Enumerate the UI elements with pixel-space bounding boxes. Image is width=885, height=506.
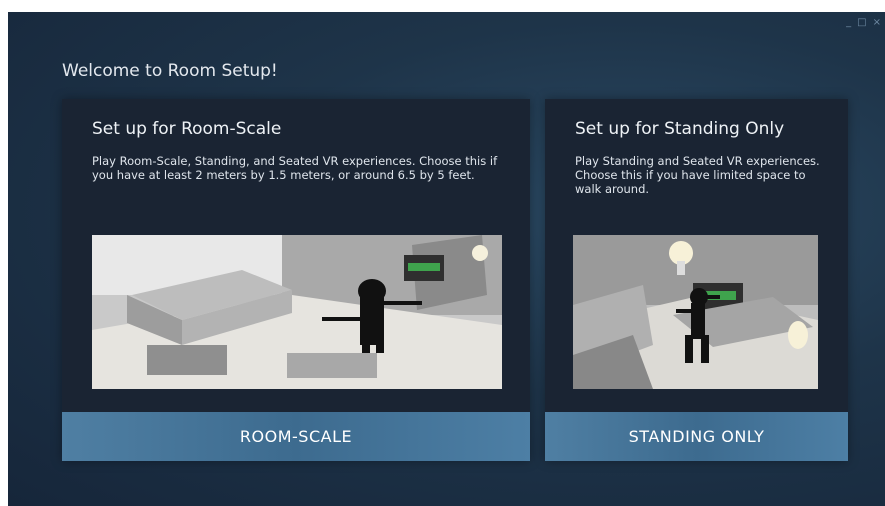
standing-only-scene-drawing xyxy=(573,235,818,389)
room-scale-description: Play Room-Scale, Standing, and Seated VR… xyxy=(92,154,498,182)
room-scale-illustration xyxy=(92,235,502,389)
standing-only-card[interactable]: Set up for Standing Only Play Standing a… xyxy=(545,99,848,461)
standing-only-heading: Set up for Standing Only xyxy=(575,119,785,139)
room-scale-scene-drawing xyxy=(92,235,502,389)
room-setup-window: _ □ × Welcome to Room Setup! Set up for … xyxy=(8,12,885,506)
room-scale-card[interactable]: Set up for Room-Scale Play Room-Scale, S… xyxy=(62,99,530,461)
page-title: Welcome to Room Setup! xyxy=(62,61,278,81)
standing-only-illustration xyxy=(573,235,818,389)
window-controls: _ □ × xyxy=(846,18,881,28)
standing-only-button[interactable]: STANDING ONLY xyxy=(545,412,848,461)
room-scale-heading: Set up for Room-Scale xyxy=(92,119,282,139)
maximize-icon[interactable]: □ xyxy=(857,18,866,28)
room-scale-button[interactable]: ROOM-SCALE xyxy=(62,412,530,461)
standing-only-description: Play Standing and Seated VR experiences.… xyxy=(575,154,820,196)
minimize-icon[interactable]: _ xyxy=(846,18,851,28)
close-icon[interactable]: × xyxy=(873,18,881,28)
